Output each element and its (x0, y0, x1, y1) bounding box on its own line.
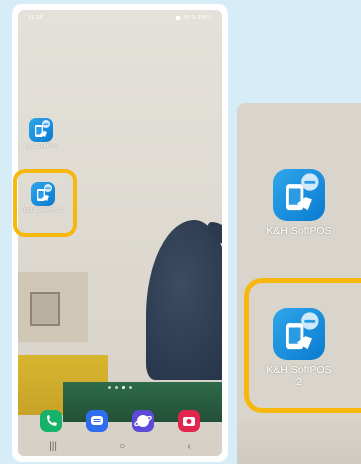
khsoftpos-icon (29, 118, 53, 142)
status-time: 11:38 (28, 15, 43, 21)
browser-icon[interactable] (132, 410, 154, 432)
app-label: K&H SoftPOS (266, 225, 332, 237)
home-button[interactable]: ○ (119, 441, 125, 452)
khsoftpos-icon (273, 169, 325, 221)
status-bar: 11:38 35 % 100% (18, 10, 222, 26)
highlight-frame-large (244, 278, 361, 413)
dock (18, 406, 222, 436)
navigation-bar: ||| ○ ‹ (18, 436, 222, 456)
wallpaper-picture-frame (30, 292, 60, 326)
page-dot (129, 386, 132, 389)
phone-icon[interactable] (40, 410, 62, 432)
back-button[interactable]: ‹ (188, 441, 191, 452)
page-dot (108, 386, 111, 389)
app-label: K&H SoftPOS (23, 144, 59, 150)
app-khsoftpos[interactable]: K&H SoftPOS (21, 118, 61, 150)
status-battery-text: 35 % 100% (183, 15, 212, 21)
highlight-frame-small (13, 169, 77, 237)
signal-icon (176, 16, 181, 20)
page-dot (115, 386, 118, 389)
messages-icon[interactable] (86, 410, 108, 432)
recents-button[interactable]: ||| (49, 441, 57, 452)
zoom-app-khsoftpos[interactable]: K&H SoftPOS (237, 169, 361, 237)
camera-icon[interactable] (178, 410, 200, 432)
phone-frame: 11:38 35 % 100% K&H SoftPOS K&H SoftPOS … (12, 4, 228, 462)
page-indicator (18, 386, 222, 389)
wallpaper-vase (146, 220, 222, 380)
status-icons: 35 % 100% (176, 15, 212, 21)
zoom-bottom-area (237, 421, 361, 464)
page-dot-active (122, 386, 125, 389)
